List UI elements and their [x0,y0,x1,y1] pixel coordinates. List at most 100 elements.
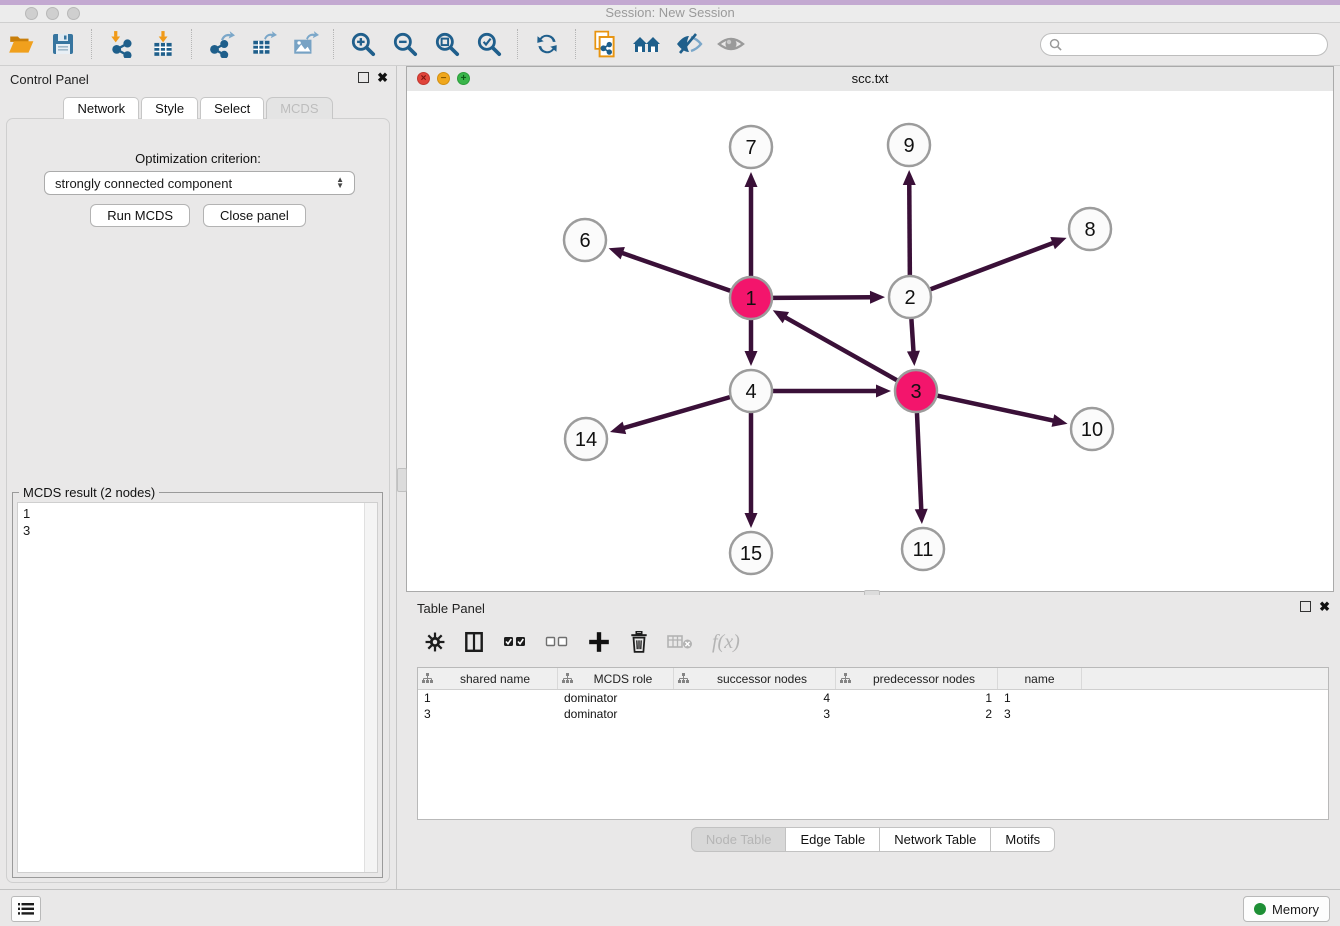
table-panel-title: Table Panel [417,601,485,616]
edge-arrowhead [1050,237,1066,249]
first-neighbors-icon[interactable] [632,29,662,59]
edge-4-14[interactable] [622,397,729,428]
edge-2-9[interactable] [909,183,910,275]
tab-network-table[interactable]: Network Table [879,827,991,852]
delete-table-icon [667,633,693,651]
graph-node-label-7: 7 [745,137,756,159]
delete-column-icon[interactable] [629,631,649,653]
edge-arrowhead [609,247,625,259]
deselect-checkboxes-icon[interactable] [545,634,569,650]
birds-eye-view-icon[interactable] [716,29,746,59]
run-mcds-button[interactable]: Run MCDS [90,204,190,227]
network-canvas-svg: 7968124314101511 [407,91,1333,591]
table-cell-successor-nodes[interactable]: 3 [674,706,836,722]
column-layout-icon[interactable] [463,631,485,653]
control-panel-title: Control Panel [10,72,89,87]
graph-node-label-9: 9 [903,135,914,157]
panel-splitter-handle[interactable] [397,468,407,492]
table-cell-name[interactable]: 1 [998,690,1082,706]
control-panel-close-icon[interactable]: ✖ [377,73,388,82]
graph-node-label-3: 3 [910,381,921,403]
table-row[interactable]: 1dominator411 [418,690,1328,706]
column-header-shared-name[interactable]: shared name [418,668,558,689]
edge-3-11[interactable] [917,413,921,511]
table-panel-float-icon[interactable] [1300,601,1311,612]
network-window-titlebar[interactable]: × − + scc.txt [407,67,1333,92]
toolbar-separator [575,29,577,59]
add-column-icon[interactable] [587,630,611,654]
table-panel-close-icon[interactable]: ✖ [1319,602,1330,611]
tab-mcds[interactable]: MCDS [266,97,332,119]
graph-node-label-6: 6 [579,230,590,252]
edge-arrowhead [876,385,891,398]
table-cell-mcds-role[interactable]: dominator [558,690,674,706]
export-image-icon[interactable] [290,29,320,59]
edge-2-3[interactable] [911,319,913,353]
edge-arrowhead [907,351,920,366]
result-scrollbar[interactable] [364,503,377,872]
mcds-result-textarea[interactable]: 13 [17,502,378,873]
table-cell-shared-name[interactable]: 1 [418,690,558,706]
close-panel-button[interactable]: Close panel [203,204,306,227]
tab-select[interactable]: Select [200,97,264,119]
table-cell-successor-nodes[interactable]: 4 [674,690,836,706]
table-cell-mcds-role[interactable]: dominator [558,706,674,722]
tab-style[interactable]: Style [141,97,198,119]
window-title: Session: New Session [0,5,1340,20]
table-cell-predecessor-nodes[interactable]: 1 [836,690,998,706]
memory-button[interactable]: Memory [1243,896,1330,922]
control-panel-float-icon[interactable] [358,72,369,83]
function-builder-icon: f(x) [712,631,740,654]
edge-3-1[interactable] [784,317,897,381]
optimization-criterion-value: strongly connected component [55,176,232,191]
settings-gear-icon[interactable] [425,632,445,652]
network-view-window: × − + scc.txt 7968124314101511 [406,66,1334,592]
new-network-from-selection-icon[interactable] [590,29,620,59]
network-window-title: scc.txt [407,71,1333,86]
list-icon [18,902,34,916]
tab-node-table[interactable]: Node Table [691,827,787,852]
open-file-icon[interactable] [6,29,36,59]
table-row[interactable]: 3dominator323 [418,706,1328,722]
select-all-checkboxes-icon[interactable] [503,634,527,650]
search-input[interactable] [1067,36,1319,52]
graph-node-label-14: 14 [575,429,597,451]
network-canvas[interactable]: 7968124314101511 [407,91,1333,591]
import-table-icon[interactable] [148,29,178,59]
window-titlebar: Session: New Session [0,0,1340,23]
graph-node-label-11: 11 [913,539,934,561]
select-chevrons-icon: ▲▼ [336,177,344,189]
zoom-fit-icon[interactable] [432,29,462,59]
tab-motifs[interactable]: Motifs [990,827,1055,852]
mcds-result-line: 1 [23,505,372,522]
task-history-button[interactable] [11,896,41,922]
toolbar-separator [333,29,335,59]
column-header-predecessor-nodes[interactable]: predecessor nodes [836,668,998,689]
graph-node-label-2: 2 [904,287,915,309]
control-panel-tabs: NetworkStyleSelectMCDS [0,97,396,119]
export-network-icon[interactable] [206,29,236,59]
edge-1-2[interactable] [773,297,872,298]
column-header-name[interactable]: name [998,668,1082,689]
graphics-details-icon[interactable] [674,29,704,59]
edge-1-6[interactable] [621,253,730,291]
column-header-mcds-role[interactable]: MCDS role [558,668,674,689]
edge-3-10[interactable] [938,396,1055,421]
zoom-in-icon[interactable] [348,29,378,59]
zoom-selected-icon[interactable] [474,29,504,59]
tab-edge-table[interactable]: Edge Table [785,827,880,852]
table-cell-name[interactable]: 3 [998,706,1082,722]
graph-node-label-4: 4 [745,381,756,403]
table-cell-predecessor-nodes[interactable]: 2 [836,706,998,722]
export-table-icon[interactable] [248,29,278,59]
apply-layout-icon[interactable] [532,29,562,59]
import-network-icon[interactable] [106,29,136,59]
zoom-out-icon[interactable] [390,29,420,59]
optimization-criterion-select[interactable]: strongly connected component ▲▼ [44,171,355,195]
tab-network[interactable]: Network [63,97,139,119]
column-header-successor-nodes[interactable]: successor nodes [674,668,836,689]
table-cell-shared-name[interactable]: 3 [418,706,558,722]
save-session-icon[interactable] [48,29,78,59]
search-field[interactable] [1040,33,1328,56]
edge-2-8[interactable] [931,242,1055,289]
